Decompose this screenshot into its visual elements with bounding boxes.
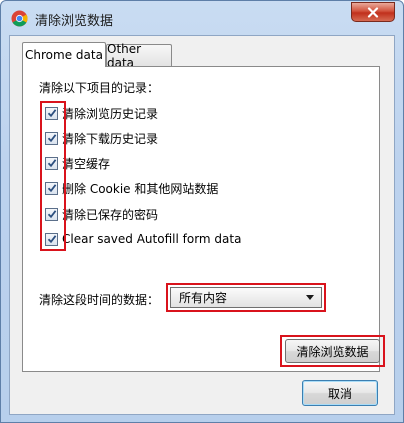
tab-label: Chrome data <box>25 48 103 62</box>
chrome-icon <box>11 10 28 27</box>
option-label: 删除 Cookie 和其他网站数据 <box>62 181 219 196</box>
time-range-value: 所有内容 <box>179 291 228 305</box>
button-label: 取消 <box>327 386 352 401</box>
tab-chrome-data[interactable]: Chrome data <box>22 42 106 67</box>
option-delete-cookies[interactable]: 删除 Cookie 和其他网站数据 <box>45 178 218 198</box>
checkbox-empty-cache[interactable] <box>45 156 58 170</box>
checkbox-download-history[interactable] <box>45 131 58 145</box>
clear-browsing-data-button[interactable]: 清除浏览数据 <box>285 339 380 363</box>
option-label: 清除下载历史记录 <box>62 131 159 146</box>
checkmark-icon <box>47 184 56 193</box>
checkbox-saved-passwords[interactable] <box>45 207 58 221</box>
chevron-down-icon <box>306 295 314 300</box>
clear-browsing-data-dialog: 清除浏览数据 Chrome data Other data 清除以下项目的记录：… <box>0 0 404 423</box>
cancel-button[interactable]: 取消 <box>302 380 378 406</box>
time-range-select[interactable]: 所有内容 <box>170 287 322 308</box>
checkbox-autofill[interactable] <box>45 232 58 246</box>
section-heading: 清除以下项目的记录： <box>39 81 160 95</box>
option-label: 清除浏览历史记录 <box>62 106 159 121</box>
title-bar[interactable]: 清除浏览数据 <box>1 1 403 35</box>
checkbox-delete-cookies[interactable] <box>45 181 58 195</box>
option-clear-download-history[interactable]: 清除下载历史记录 <box>45 128 158 148</box>
checkmark-icon <box>47 235 56 244</box>
option-label: 清除已保存的密码 <box>62 207 159 222</box>
time-range-label: 清除这段时间的数据： <box>39 293 160 307</box>
button-label: 清除浏览数据 <box>296 344 369 359</box>
checkbox-browsing-history[interactable] <box>45 106 58 120</box>
option-clear-autofill[interactable]: Clear saved Autofill form data <box>45 229 241 249</box>
option-empty-cache[interactable]: 清空缓存 <box>45 153 110 173</box>
option-clear-browsing-history[interactable]: 清除浏览历史记录 <box>45 103 158 123</box>
checkmark-icon <box>47 159 56 168</box>
dialog-title: 清除浏览数据 <box>35 14 114 29</box>
close-icon <box>367 3 379 22</box>
checkmark-icon <box>47 109 56 118</box>
close-button[interactable] <box>351 2 395 22</box>
option-label: Clear saved Autofill form data <box>62 232 242 246</box>
option-label: 清空缓存 <box>62 156 111 171</box>
checkmark-icon <box>47 210 56 219</box>
tab-other-data[interactable]: Other data <box>106 42 172 70</box>
chrome-data-panel: 清除以下项目的记录： 清除浏览历史记录 清除下载历史记录 清空缓存 删除 Coo… <box>22 66 385 372</box>
dialog-client-area: Chrome data Other data 清除以下项目的记录： 清除浏览历史… <box>9 35 395 415</box>
option-clear-saved-passwords[interactable]: 清除已保存的密码 <box>45 204 158 224</box>
checkmark-icon <box>47 134 56 143</box>
